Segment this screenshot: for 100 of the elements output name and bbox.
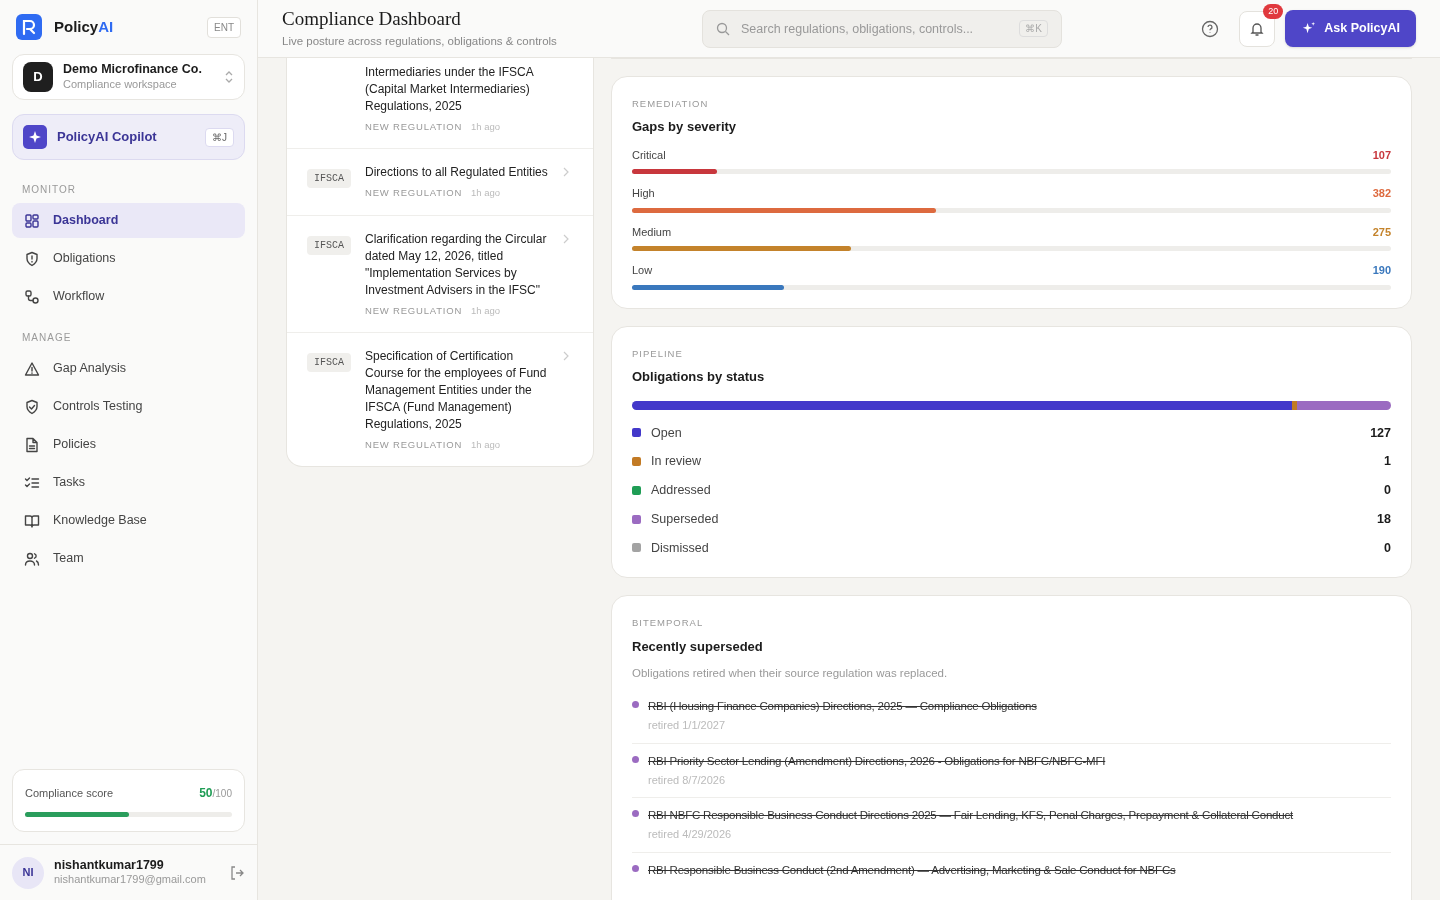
status-count: 0 <box>1384 482 1391 499</box>
logout-icon[interactable] <box>229 864 245 881</box>
card-title: Obligations by status <box>632 368 766 386</box>
severity-label: Critical <box>632 147 666 163</box>
workspace-name: Demo Microfinance Co. <box>63 62 203 78</box>
nav-item[interactable]: Dashboard <box>12 203 245 238</box>
nav-item[interactable]: Controls Testing <box>12 389 245 424</box>
status-count: 0 <box>1384 539 1391 557</box>
nav-item[interactable]: Knowledge Base <box>12 503 245 538</box>
user-email: nishantkumar1799@gmail.com <box>54 873 207 888</box>
feed-title: Specification of Certification Course for the employees of Fund Management Entities under the IFSCA (Fund Management) Regulations, 2025 <box>365 347 548 433</box>
feed-title: Intermediaries under the IFSCA (Capital Market Intermediaries) Regulations, 2025 <box>365 64 535 115</box>
feed-type: NEW REGULATION <box>365 437 463 452</box>
nav-item[interactable]: Workflow <box>12 279 245 314</box>
plan-badge: ENT <box>207 16 241 38</box>
copilot-button[interactable]: PolicyAI Copilot ⌘J <box>12 114 245 160</box>
bell-icon <box>1249 20 1266 37</box>
chevron-updown-icon <box>224 70 234 84</box>
notification-count: 20 <box>1263 3 1284 19</box>
feed-item[interactable]: IFSCA Directions to all Regulated Entities NEW REGULATION 1h ago <box>287 149 593 216</box>
source-tag: IFSCA <box>307 169 351 189</box>
document-icon <box>24 436 40 453</box>
feed-type: NEW REGULATION <box>365 303 463 318</box>
feed-item[interactable]: Intermediaries under the IFSCA (Capital Market Intermediaries) Regulations, 2025 NEW REGULATION 1h ago <box>287 58 593 150</box>
chevron-right-icon <box>563 350 569 361</box>
shield-icon <box>24 250 40 267</box>
status-label: Addressed <box>651 482 712 499</box>
source-tag: IFSCA <box>307 235 351 255</box>
severity-label: Medium <box>632 224 672 240</box>
nav-heading: MANAGE <box>21 331 73 345</box>
workflow-icon <box>24 288 40 305</box>
ask-button[interactable]: Ask PolicyAI <box>1285 10 1416 47</box>
superseded-title: RBI NBFC Responsible Business Conduct Directions 2025 — Fair Lending, KFS, Penal Charges, Prepayment & Collateral Conduct <box>648 808 1295 824</box>
search-icon <box>716 21 730 36</box>
card-description: Obligations retired when their source regulation was replaced. <box>632 666 949 681</box>
retired-date: retired 1/1/2027 <box>648 718 727 734</box>
feed-time: 1h ago <box>471 186 501 201</box>
status-label: Dismissed <box>651 539 710 557</box>
card-eyebrow: PIPELINE <box>632 346 684 361</box>
grid-icon <box>24 212 40 229</box>
page-title: Compliance Dashboard <box>282 6 462 31</box>
sparkle-icon <box>23 125 47 149</box>
status-count: 1 <box>1384 453 1391 471</box>
status-label: Superseded <box>651 510 720 528</box>
nav-item[interactable]: Policies <box>12 427 245 462</box>
card-eyebrow: REMEDIATION <box>632 97 710 111</box>
nav-item[interactable]: Gap Analysis <box>12 351 245 386</box>
workspace-subtitle: Compliance workspace <box>63 77 178 92</box>
card-eyebrow: BITEMPORAL <box>632 616 705 631</box>
card-title: Recently superseded <box>632 637 764 656</box>
superseded-title: RBI (Housing Finance Companies) Directions, 2025 — Compliance Obligations <box>648 699 1038 715</box>
nav-item[interactable]: Obligations <box>12 241 245 276</box>
chevron-right-icon <box>563 233 569 244</box>
nav-heading: MONITOR <box>21 183 78 197</box>
feed-item[interactable]: IFSCA Clarification regarding the Circular dated May 12, 2026, titled "Implementation Services by Investment Advisers in the IFSC" NEW REGULATION 1h ago <box>287 215 593 333</box>
sparkle-icon <box>1301 21 1317 36</box>
feed-item[interactable]: IFSCA Specification of Certification Course for the employees of Fund Management Entities under the IFSCA (Fund Management) Regulations, 2025 NEW REGULATION 1h ago <box>287 332 593 466</box>
feed-time: 1h ago <box>471 303 501 318</box>
feed-type: NEW REGULATION <box>365 120 463 134</box>
superseded-title: RBI Responsible Business Conduct (2nd Amendment) — Advertising, Marketing & Sale Conduct for NBFCs <box>648 862 1177 878</box>
logo-icon <box>16 14 42 40</box>
severity-count: 107 <box>1372 147 1391 163</box>
nav-item[interactable]: Tasks <box>12 465 245 500</box>
notifications-button[interactable] <box>1239 10 1276 47</box>
severity-count: 275 <box>1372 224 1391 240</box>
warning-icon <box>24 360 40 377</box>
workspace-switcher[interactable]: D Demo Microfinance Co. Compliance workspace <box>12 54 245 100</box>
brand-name: PolicyAI <box>54 16 114 37</box>
book-icon <box>24 512 40 529</box>
retired-date: retired 8/7/2026 <box>648 772 727 788</box>
users-icon <box>24 550 40 567</box>
chevron-right-icon <box>563 167 569 178</box>
superseded-title: RBI Priority Sector Lending (Amendment) Directions, 2026 - Obligations for NBFC/NBFC-MFI <box>648 753 1107 769</box>
severity-label: High <box>632 186 655 202</box>
card-title: Gaps by severity <box>632 118 738 137</box>
score-value: 50/100 <box>199 785 232 802</box>
user-name: nishantkumar1799 <box>54 857 165 874</box>
shortcut-hint: ⌘K <box>1019 19 1048 37</box>
shortcut-hint: ⌘J <box>205 127 234 147</box>
checklist-icon <box>24 474 40 491</box>
help-icon[interactable] <box>1201 19 1220 38</box>
status-label: In review <box>651 453 703 471</box>
feed-title: Directions to all Regulated Entities <box>365 164 549 182</box>
status-label: Open <box>651 424 683 442</box>
source-tag: IFSCA <box>307 352 351 372</box>
severity-count: 190 <box>1372 263 1391 279</box>
feed-time: 1h ago <box>471 120 501 134</box>
feed-title: Clarification regarding the Circular dated May 12, 2026, titled "Implementation Services by Investment Advisers in the IFSC" <box>365 230 548 299</box>
severity-label: Low <box>632 263 653 279</box>
user-avatar: NI <box>12 856 44 889</box>
score-label: Compliance score <box>25 786 115 801</box>
page-subtitle: Live posture across regulations, obligations & controls <box>282 34 558 50</box>
status-count: 18 <box>1377 510 1391 528</box>
shield-check-icon <box>24 398 40 415</box>
feed-time: 1h ago <box>471 437 501 452</box>
feed-type: NEW REGULATION <box>365 186 463 201</box>
nav-item[interactable]: Team <box>12 541 245 576</box>
retired-date: retired 4/29/2026 <box>648 827 733 843</box>
status-count: 127 <box>1370 424 1391 442</box>
workspace-avatar: D <box>23 62 53 92</box>
